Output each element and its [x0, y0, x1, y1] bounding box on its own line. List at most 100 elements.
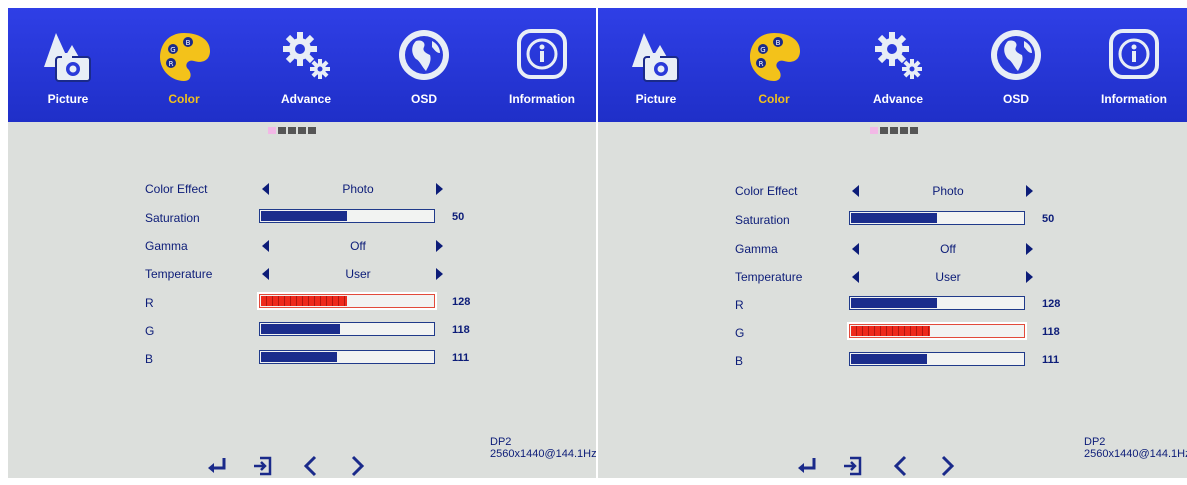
tab-label: Color	[758, 92, 790, 106]
svg-text:B: B	[186, 39, 191, 47]
tab-label: Picture	[47, 92, 89, 106]
saturation-value: 50	[452, 211, 465, 223]
gears-icon	[276, 22, 336, 90]
enter-icon[interactable]	[204, 454, 230, 478]
tab-color[interactable]: B G R Color	[134, 22, 234, 122]
saturation-slider[interactable]	[849, 211, 1025, 225]
arrow-left-icon[interactable]	[852, 271, 859, 283]
menu-tab-bar: Picture B G R Color Advance OSD Informat…	[598, 8, 1187, 122]
svg-text:R: R	[759, 60, 764, 68]
arrow-left-icon[interactable]	[852, 243, 859, 255]
color-effect-label: Color Effect	[735, 184, 798, 198]
tab-advance[interactable]: Advance	[256, 22, 356, 122]
globe-icon	[394, 22, 454, 90]
g-slider[interactable]	[259, 322, 435, 336]
input-source: DP2	[490, 436, 512, 448]
temperature-value[interactable]: User	[308, 267, 408, 281]
arrow-left-icon[interactable]	[262, 268, 269, 280]
saturation-value: 50	[1042, 213, 1055, 225]
resolution-readout: 2560x1440@144.1Hz	[490, 448, 596, 460]
g-value: 118	[452, 324, 470, 336]
page-dot	[890, 127, 898, 134]
r-value: 128	[452, 296, 471, 308]
g-label: G	[145, 324, 155, 338]
tab-label: Advance	[280, 92, 332, 106]
r-slider[interactable]	[849, 296, 1025, 310]
color-effect-label: Color Effect	[145, 182, 208, 196]
temperature-value[interactable]: User	[898, 270, 998, 284]
r-slider[interactable]	[259, 294, 435, 308]
input-source: DP2	[1084, 436, 1106, 448]
chevron-right-icon[interactable]	[344, 454, 370, 478]
slider-fill	[261, 352, 337, 362]
tab-label: Picture	[635, 92, 677, 106]
page-indicator	[268, 127, 316, 134]
osd-panel-left: Picture B G R Color Advance OSD Informat…	[8, 8, 596, 478]
page-dot	[268, 127, 276, 134]
gamma-label: Gamma	[735, 242, 778, 256]
picture-icon	[38, 22, 98, 90]
tab-label: OSD	[1002, 92, 1029, 106]
tab-advance[interactable]: Advance	[848, 22, 948, 122]
tab-label: Color	[168, 92, 200, 106]
tab-picture[interactable]: Picture	[606, 22, 706, 122]
tab-osd[interactable]: OSD	[966, 22, 1066, 122]
arrow-right-icon[interactable]	[436, 240, 443, 252]
picture-icon	[626, 22, 686, 90]
svg-text:R: R	[169, 60, 174, 68]
tab-picture[interactable]: Picture	[18, 22, 118, 122]
arrow-left-icon[interactable]	[262, 183, 269, 195]
osd-panel-right: Picture B G R Color Advance OSD Informat…	[598, 8, 1187, 478]
b-value: 111	[1042, 354, 1060, 366]
saturation-label: Saturation	[735, 213, 790, 227]
arrow-right-icon[interactable]	[1026, 185, 1033, 197]
b-value: 111	[452, 352, 470, 364]
g-value: 118	[1042, 326, 1060, 338]
enter-icon[interactable]	[794, 454, 820, 478]
slider-fill	[851, 354, 927, 364]
page-dot	[900, 127, 908, 134]
exit-icon[interactable]	[250, 454, 276, 478]
arrow-left-icon[interactable]	[262, 240, 269, 252]
color-effect-value[interactable]: Photo	[898, 184, 998, 198]
arrow-right-icon[interactable]	[436, 268, 443, 280]
g-slider[interactable]	[849, 324, 1025, 338]
arrow-right-icon[interactable]	[1026, 243, 1033, 255]
chevron-left-icon[interactable]	[888, 454, 914, 478]
tab-information[interactable]: Information	[1084, 22, 1184, 122]
svg-text:G: G	[760, 46, 765, 54]
tab-color[interactable]: B G R Color	[724, 22, 824, 122]
temperature-label: Temperature	[145, 267, 213, 281]
signal-status: DP2 2560x1440@144.1Hz	[490, 436, 596, 460]
chevron-left-icon[interactable]	[298, 454, 324, 478]
slider-fill	[851, 298, 937, 308]
palette-icon: B G R	[154, 22, 214, 90]
tab-label: OSD	[410, 92, 437, 106]
arrow-left-icon[interactable]	[852, 185, 859, 197]
saturation-slider[interactable]	[259, 209, 435, 223]
slider-fill	[261, 324, 341, 334]
signal-status: DP2 2560x1440@144.1Hz	[1084, 436, 1187, 460]
tab-osd[interactable]: OSD	[374, 22, 474, 122]
page-dot	[880, 127, 888, 134]
b-slider[interactable]	[849, 352, 1025, 366]
gamma-value[interactable]: Off	[898, 242, 998, 256]
g-label: G	[735, 326, 745, 340]
slider-fill	[261, 296, 347, 306]
color-effect-value[interactable]: Photo	[308, 182, 408, 196]
arrow-right-icon[interactable]	[436, 183, 443, 195]
globe-icon	[986, 22, 1046, 90]
gamma-value[interactable]: Off	[308, 239, 408, 253]
tab-information[interactable]: Information	[492, 22, 592, 122]
page-dot	[308, 127, 316, 134]
slider-fill	[851, 326, 931, 336]
temperature-label: Temperature	[735, 270, 803, 284]
info-icon	[512, 22, 572, 90]
exit-icon[interactable]	[840, 454, 866, 478]
info-icon	[1104, 22, 1164, 90]
chevron-right-icon[interactable]	[934, 454, 960, 478]
svg-text:G: G	[170, 46, 175, 54]
palette-icon: B G R	[744, 22, 804, 90]
arrow-right-icon[interactable]	[1026, 271, 1033, 283]
b-slider[interactable]	[259, 350, 435, 364]
